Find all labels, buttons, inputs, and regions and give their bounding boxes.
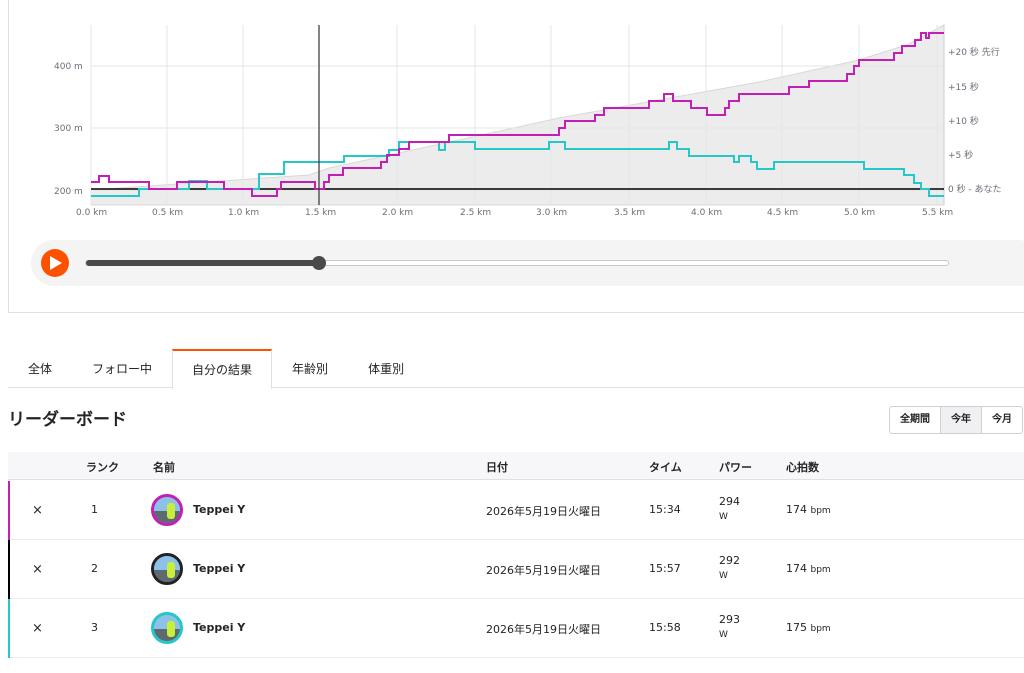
rank: 2 <box>91 562 98 575</box>
rank: 3 <box>91 621 98 634</box>
header-heart-rate: 心拍数 <box>786 461 819 474</box>
power-value: 292 <box>719 554 740 567</box>
tab-overall[interactable]: 全体 <box>8 349 72 388</box>
activity-date-link[interactable]: 2026年5月19日火曜日 <box>486 503 601 519</box>
playback-progress <box>86 260 320 266</box>
x-label: 3.5 km <box>614 208 645 218</box>
activity-date-link[interactable]: 2026年5月19日火曜日 <box>486 621 601 637</box>
x-label: 4.0 km <box>691 208 722 218</box>
x-label: 1.5 km <box>305 208 336 218</box>
remove-comparison-button[interactable]: × <box>32 621 43 636</box>
remove-comparison-button[interactable]: × <box>32 562 43 577</box>
avatar[interactable] <box>151 612 183 644</box>
heart-rate-value: 175 bpm <box>786 621 831 634</box>
header-date: 日付 <box>486 461 508 474</box>
playback-knob[interactable] <box>312 256 327 270</box>
leaderboard-title: リーダーボード <box>8 410 127 430</box>
table-row[interactable]: × 2 Teppei Y 2026年5月19日火曜日 15:57 292 W 1… <box>8 540 1024 599</box>
gap-label-5: +5 秒 <box>948 149 973 161</box>
x-label: 1.0 km <box>228 208 259 218</box>
series-color-indicator <box>8 540 10 599</box>
y-label-200: 200 m <box>54 187 83 197</box>
hr-unit: bpm <box>810 565 831 575</box>
table-row[interactable]: × 3 Teppei Y 2026年5月19日火曜日 15:58 293 W 1… <box>8 599 1024 658</box>
tab-following[interactable]: フォロー中 <box>72 349 172 388</box>
power-value: 294 <box>719 495 740 508</box>
series-color-indicator <box>8 481 10 540</box>
playback-slider[interactable] <box>85 256 949 270</box>
elapsed-time: 15:58 <box>649 621 681 634</box>
playback-bar <box>31 240 1024 286</box>
avatar[interactable] <box>151 494 183 526</box>
x-label: 5.5 km <box>922 208 953 218</box>
hr-number: 175 <box>786 621 807 634</box>
heart-rate-value: 174 bpm <box>786 562 831 575</box>
hr-number: 174 <box>786 562 807 575</box>
rank: 1 <box>91 503 98 516</box>
gap-label-15: +15 秒 <box>948 81 979 93</box>
y-label-400: 400 m <box>54 62 83 72</box>
remove-comparison-button[interactable]: × <box>32 503 43 518</box>
power-unit: W <box>719 512 728 522</box>
play-icon <box>50 256 62 270</box>
tab-my-results[interactable]: 自分の結果 <box>172 349 273 389</box>
athlete-name-link[interactable]: Teppei Y <box>193 621 245 634</box>
play-button[interactable] <box>41 249 69 277</box>
x-label: 0.0 km <box>76 208 107 218</box>
power-unit: W <box>719 571 728 581</box>
gap-label-10: +10 秒 <box>948 115 979 127</box>
header-name: 名前 <box>153 461 175 474</box>
header-rank: ランク <box>86 461 119 474</box>
date-range-filter: 全期間 今年 今月 <box>889 406 1023 434</box>
header-power: パワー <box>719 461 752 474</box>
table-row[interactable]: × 1 Teppei Y 2026年5月19日火曜日 15:34 294 W 1… <box>8 481 1024 540</box>
heart-rate-value: 174 bpm <box>786 503 831 516</box>
gap-label-0: 0 秒 - あなた <box>948 183 1002 195</box>
athlete-name-link[interactable]: Teppei Y <box>193 562 245 575</box>
table-header: ランク 名前 日付 タイム パワー 心拍数 <box>8 452 1024 480</box>
athlete-name-link[interactable]: Teppei Y <box>193 503 245 516</box>
x-label: 4.5 km <box>767 208 798 218</box>
gap-label-20: +20 秒 先行 <box>948 46 1000 58</box>
power-value: 293 <box>719 613 740 626</box>
hr-unit: bpm <box>810 506 831 516</box>
tab-age-group[interactable]: 年齢別 <box>272 349 348 388</box>
range-all-time-button[interactable]: 全期間 <box>890 407 940 433</box>
segment-chart-card: 400 m 300 m 200 m 0.0 km 0.5 km 1.0 km 1… <box>8 0 1024 313</box>
series-color-indicator <box>8 599 10 658</box>
leaderboard-tabs: 全体 フォロー中 自分の結果 年齢別 体重別 <box>8 349 1024 389</box>
elevation-area <box>90 24 945 206</box>
x-label: 0.5 km <box>152 208 183 218</box>
avatar[interactable] <box>151 553 183 585</box>
x-label: 2.0 km <box>382 208 413 218</box>
range-this-year-button[interactable]: 今年 <box>940 407 981 433</box>
power-unit: W <box>719 630 728 640</box>
hr-number: 174 <box>786 503 807 516</box>
x-label: 5.0 km <box>844 208 875 218</box>
activity-date-link[interactable]: 2026年5月19日火曜日 <box>486 562 601 578</box>
range-this-month-button[interactable]: 今月 <box>981 407 1022 433</box>
tab-weight-class[interactable]: 体重別 <box>348 349 424 388</box>
y-label-300: 300 m <box>54 124 83 134</box>
hr-unit: bpm <box>810 624 831 634</box>
elapsed-time: 15:57 <box>649 562 681 575</box>
race-gap-chart[interactable]: 400 m 300 m 200 m 0.0 km 0.5 km 1.0 km 1… <box>9 0 1024 240</box>
x-label: 3.0 km <box>536 208 567 218</box>
x-label: 2.5 km <box>460 208 491 218</box>
header-time: タイム <box>649 461 682 474</box>
elapsed-time: 15:34 <box>649 503 681 516</box>
